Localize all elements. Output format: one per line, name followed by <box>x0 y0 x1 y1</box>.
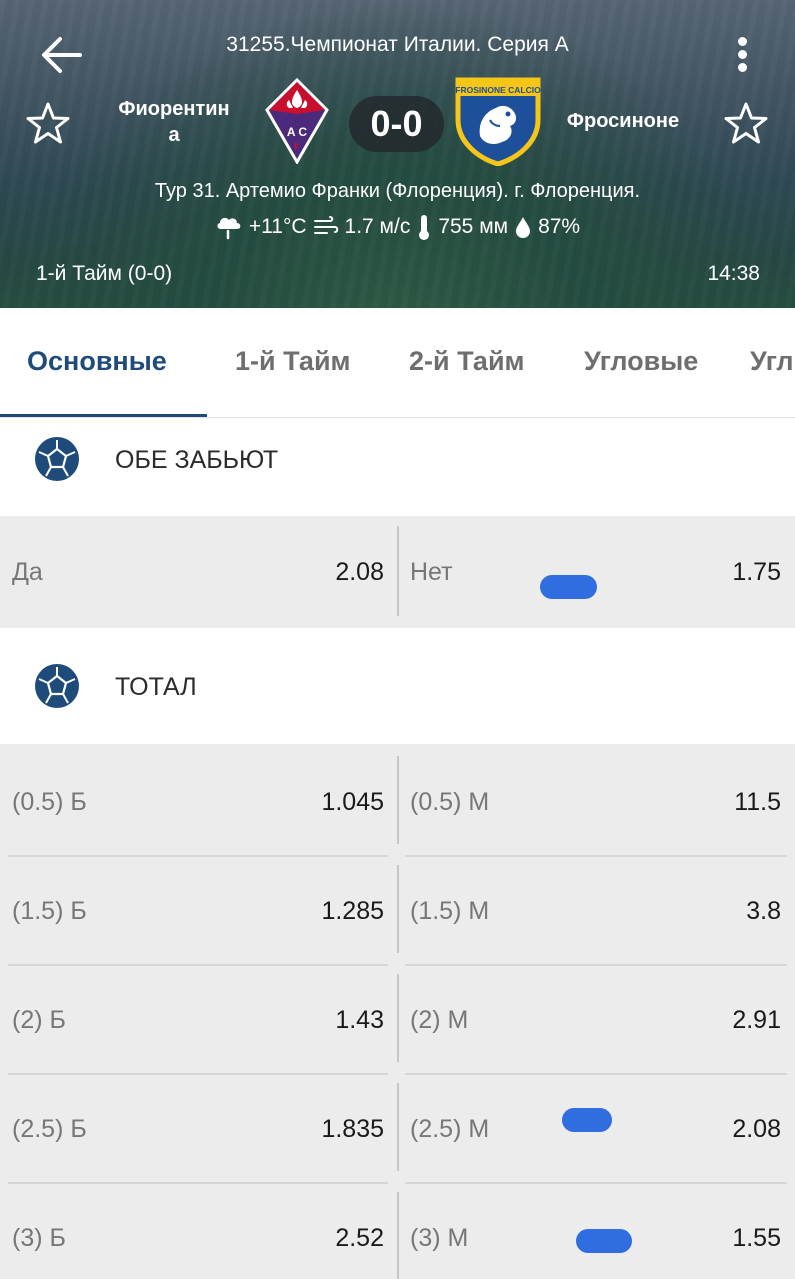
odd-label: (2) М <box>410 1006 469 1034</box>
column-divider <box>397 526 399 616</box>
home-team-name-line1: Фиорентин <box>118 98 230 120</box>
pressure-value: 755 мм <box>438 215 509 238</box>
cloud-rain-icon <box>217 217 241 240</box>
section-title: ТОТАЛ <box>115 673 197 701</box>
highlight-marker <box>562 1108 612 1132</box>
match-timer: 14:38 <box>707 262 760 285</box>
odd-under[interactable]: (2) М 2.91 <box>400 966 795 1074</box>
odd-value: 2.91 <box>732 1006 781 1034</box>
odd-label: (0.5) Б <box>12 788 87 816</box>
match-header: 31255.Чемпионат Италии. Серия А Фиоренти… <box>0 0 795 308</box>
odd-over[interactable]: (2) Б 1.43 <box>0 966 396 1074</box>
section-title: ОБЕ ЗАБЬЮТ <box>115 446 279 474</box>
away-team-name: Фросиноне <box>566 110 680 132</box>
odd-over[interactable]: (1.5) Б 1.285 <box>0 857 396 965</box>
odd-value: 1.835 <box>321 1115 384 1143</box>
weather-info: +11°C 1.7 м/с 755 мм 87% <box>150 212 645 242</box>
favorite-away-button[interactable] <box>722 100 770 148</box>
league-title: 31255.Чемпионат Италии. Серия А <box>226 33 569 56</box>
tab-second-half[interactable]: 2-й Тайм <box>409 346 525 377</box>
odd-value: 2.08 <box>335 558 384 586</box>
temperature-value: +11°C <box>248 215 307 238</box>
odd-value: 1.285 <box>321 897 384 925</box>
odd-label: (2) Б <box>12 1006 66 1034</box>
svg-text:FROSINONE CALCIO: FROSINONE CALCIO <box>455 85 541 95</box>
soccer-ball-icon <box>35 437 79 481</box>
odd-no[interactable]: Нет 1.75 <box>400 518 795 626</box>
odd-label: (2.5) Б <box>12 1115 87 1143</box>
highlight-marker <box>576 1229 632 1253</box>
wind-value: 1.7 м/с <box>344 215 411 238</box>
column-divider <box>397 1192 399 1279</box>
odd-over[interactable]: (2.5) Б 1.835 <box>0 1075 396 1183</box>
odd-label: (0.5) М <box>410 788 490 816</box>
odd-label: Да <box>12 558 43 586</box>
odd-value: 1.55 <box>732 1224 781 1252</box>
tab-corners-more[interactable]: Угл <box>750 346 794 377</box>
odd-over[interactable]: (3) Б 2.52 <box>0 1184 396 1279</box>
back-arrow-icon <box>42 37 82 73</box>
thermometer-icon <box>419 215 430 240</box>
odd-label: (3) М <box>410 1224 469 1252</box>
column-divider <box>397 756 399 844</box>
match-score: 0-0 <box>349 96 444 152</box>
odd-label: (3) Б <box>12 1224 66 1252</box>
highlight-marker <box>540 575 597 599</box>
tab-corners[interactable]: Угловые <box>584 346 698 377</box>
svg-text:F: F <box>294 142 300 152</box>
odd-label: (1.5) Б <box>12 897 87 925</box>
odd-label: (2.5) М <box>410 1115 490 1143</box>
odd-value: 11.5 <box>734 788 781 816</box>
column-divider <box>397 865 399 953</box>
more-vert-icon <box>728 37 756 72</box>
wind-icon <box>313 216 338 234</box>
column-divider <box>397 974 399 1062</box>
odd-value: 3.8 <box>746 897 781 925</box>
star-outline-icon <box>724 102 768 144</box>
more-menu-button[interactable] <box>728 34 756 78</box>
odd-value: 1.43 <box>335 1006 384 1034</box>
humidity-value: 87% <box>538 215 581 238</box>
odd-label: Нет <box>410 558 453 586</box>
odd-value: 2.52 <box>335 1224 384 1252</box>
column-divider <box>397 1083 399 1171</box>
back-button[interactable] <box>38 34 84 76</box>
odd-under[interactable]: (1.5) М 3.8 <box>400 857 795 965</box>
section-both-score-header[interactable]: ОБЕ ЗАБЬЮТ <box>0 418 795 516</box>
market-tabs: Основные 1-й Тайм 2-й Тайм Угловые Угл <box>0 308 795 418</box>
home-team-name: Фиорентин а <box>104 96 244 148</box>
tab-main[interactable]: Основные <box>27 346 167 377</box>
both-score-odds: Да 2.08 Нет 1.75 <box>0 516 795 628</box>
section-total-header[interactable]: ТОТАЛ <box>0 628 795 744</box>
home-team-name-line2: а <box>168 124 180 146</box>
svg-text:A C: A C <box>287 125 308 139</box>
venue-info: Тур 31. Артемио Франки (Флоренция). г. Ф… <box>154 180 641 202</box>
odd-under[interactable]: (0.5) М 11.5 <box>400 748 795 856</box>
odd-value: 1.75 <box>732 558 781 586</box>
odd-yes[interactable]: Да 2.08 <box>0 518 396 626</box>
away-team-logo: FROSINONE CALCIO <box>452 76 544 167</box>
total-odds: (0.5) Б 1.045 (0.5) М 11.5 (1.5) Б 1.285… <box>0 744 795 1279</box>
tab-first-half[interactable]: 1-й Тайм <box>235 346 351 377</box>
odd-label: (1.5) М <box>410 897 490 925</box>
match-period: 1-й Тайм (0-0) <box>36 262 173 285</box>
odd-value: 2.08 <box>732 1115 781 1143</box>
favorite-home-button[interactable] <box>24 100 72 148</box>
star-outline-icon <box>26 102 70 144</box>
odd-value: 1.045 <box>321 788 384 816</box>
soccer-ball-icon <box>35 664 79 708</box>
odd-over[interactable]: (0.5) Б 1.045 <box>0 748 396 856</box>
home-team-logo: A C F <box>265 77 329 166</box>
drop-icon <box>516 217 531 238</box>
